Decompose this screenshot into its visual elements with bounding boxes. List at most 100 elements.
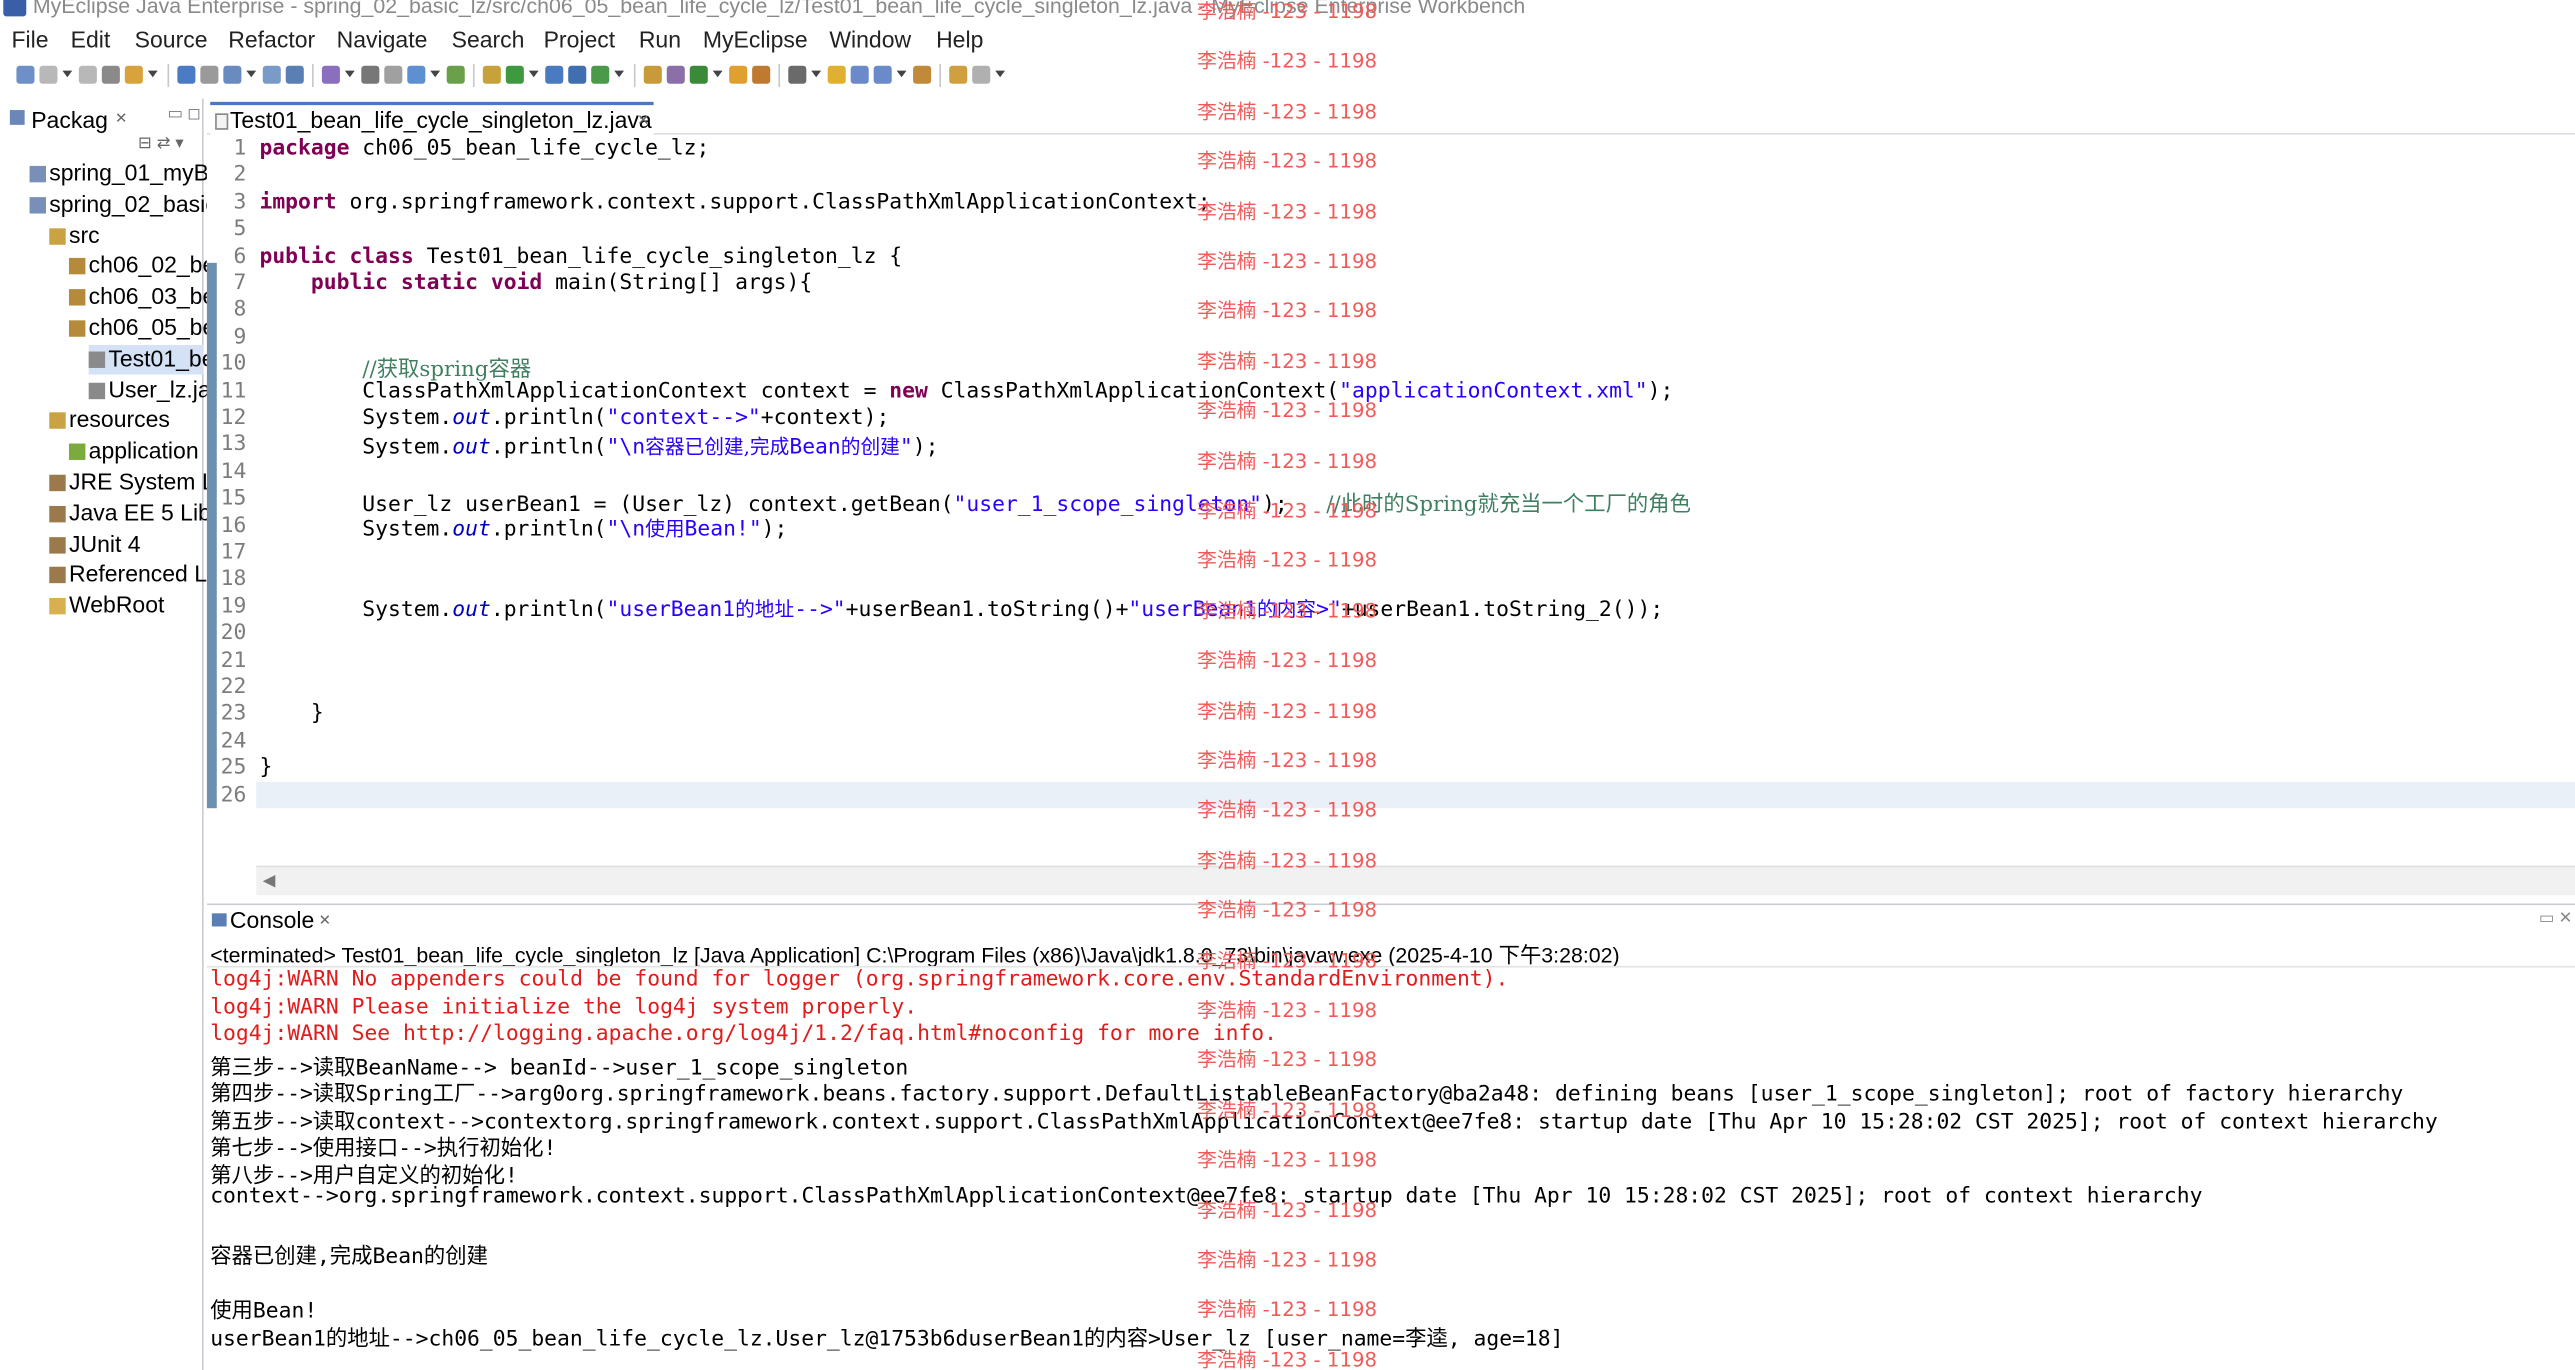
toolbar-icon[interactable]: [361, 65, 380, 84]
code-token: package: [259, 136, 350, 161]
menu-run[interactable]: Run: [639, 26, 681, 52]
chevron-down-icon[interactable]: [246, 70, 257, 78]
toolbar-icon[interactable]: [788, 65, 807, 84]
watermark-text: 李浩楠 -123 - 1198: [1197, 848, 1378, 872]
view-menu-icon[interactable]: ▾: [175, 135, 188, 153]
package-explorer-icon: [9, 110, 25, 125]
close-icon[interactable]: ✕: [2559, 910, 2573, 928]
menu-file[interactable]: File: [11, 26, 48, 52]
toolbar-icon[interactable]: [545, 65, 564, 84]
toolbar-icon[interactable]: [689, 65, 708, 84]
toolbar-icon[interactable]: [827, 65, 846, 84]
code-token: new: [889, 378, 928, 404]
line-number: 17: [220, 540, 247, 566]
tree-item[interactable]: Test01_be: [88, 344, 214, 375]
toolbar-icon[interactable]: [850, 65, 869, 84]
tree-item-label: Referenced L: [68, 560, 208, 588]
toolbar-icon[interactable]: [16, 65, 35, 84]
minimize-icon[interactable]: ▭: [2539, 910, 2555, 928]
toolbar-icon[interactable]: [949, 65, 968, 84]
menu-source[interactable]: Source: [135, 26, 208, 52]
tree-item-label: spring_02_basic: [49, 190, 217, 217]
explorer-toolbar: ⊟⇄▾: [138, 135, 189, 153]
line-number: 16: [220, 513, 247, 539]
tree-item-label: application: [88, 437, 199, 464]
collapse-all-icon[interactable]: ⊟: [138, 135, 157, 153]
toolbar-icon[interactable]: [972, 65, 991, 84]
close-icon[interactable]: ✕: [319, 912, 331, 930]
menu-myeclipse[interactable]: MyEclipse: [703, 26, 808, 52]
toolbar-icon[interactable]: [124, 65, 143, 84]
toolbar-icon[interactable]: [873, 65, 892, 84]
horizontal-scrollbar[interactable]: ◀: [256, 865, 2575, 896]
toolbar-icon[interactable]: [729, 65, 748, 84]
code-token: );: [912, 435, 939, 461]
package-explorer-tab-label: Packag: [31, 106, 108, 134]
code-text: ClassPathXmlApplicationContext context =…: [259, 379, 1673, 404]
package-explorer-tab[interactable]: Packag ✕ ▭ ◻: [3, 102, 201, 135]
toolbar-icon[interactable]: [384, 65, 403, 84]
code-editor[interactable]: 1 package ch06_05_bean_life_cycle_lz; 2 3 im…: [206, 134, 2575, 866]
code-token: "\n: [606, 516, 646, 542]
toolbar-icon[interactable]: [568, 65, 587, 84]
scroll-left-icon[interactable]: ◀: [263, 872, 276, 890]
toolbar-icon[interactable]: [262, 65, 281, 84]
chevron-down-icon[interactable]: [811, 70, 822, 78]
watermark-text: 李浩楠 -123 - 1198: [1197, 1348, 1378, 1370]
line-number: 2: [233, 163, 247, 188]
toolbar-icon[interactable]: [223, 65, 242, 84]
code-token: -->": [794, 597, 846, 623]
code-token: static: [400, 271, 479, 296]
toolbar-icon[interactable]: [913, 65, 932, 84]
menu-help[interactable]: Help: [936, 26, 983, 52]
toolbar-icon[interactable]: [591, 65, 610, 84]
toolbar-icon[interactable]: [505, 65, 524, 84]
toolbar-icon[interactable]: [666, 65, 685, 84]
toolbar-icon[interactable]: [321, 65, 340, 84]
tree-item-label: ch06_02_be: [88, 251, 216, 279]
chevron-down-icon[interactable]: [147, 70, 158, 78]
menu-edit[interactable]: Edit: [71, 26, 111, 52]
menu-navigate[interactable]: Navigate: [337, 26, 428, 52]
toolbar-icon[interactable]: [200, 65, 219, 84]
chevron-down-icon[interactable]: [528, 70, 539, 78]
watermark-text: 李浩楠 -123 - 1198: [1197, 1098, 1378, 1122]
menu-window[interactable]: Window: [829, 26, 911, 52]
toolbar-icon[interactable]: [285, 65, 304, 84]
menu-search[interactable]: Search: [452, 26, 525, 52]
folder-icon: [49, 598, 66, 615]
line-number: 12: [220, 405, 247, 431]
toolbar-icon[interactable]: [101, 65, 120, 84]
chevron-down-icon[interactable]: [430, 70, 441, 78]
chevron-down-icon[interactable]: [62, 70, 73, 78]
chevron-down-icon[interactable]: [995, 70, 1006, 78]
link-editor-icon[interactable]: ⇄: [157, 135, 176, 153]
close-icon[interactable]: ✕: [115, 110, 127, 128]
chevron-down-icon[interactable]: [344, 70, 355, 78]
code-token: public: [259, 244, 337, 269]
toolbar-icon[interactable]: [407, 65, 426, 84]
chevron-down-icon[interactable]: [614, 70, 625, 78]
code-token: +userBean1.toString()+: [845, 597, 1129, 623]
maximize-icon[interactable]: ◻: [187, 105, 201, 123]
library-icon: [49, 474, 66, 492]
editor-area: Test01_bean_life_cycle_singleton_lz.java…: [206, 98, 2575, 901]
menu-project[interactable]: Project: [544, 26, 616, 52]
editor-tab[interactable]: Test01_bean_life_cycle_singleton_lz.java…: [210, 101, 654, 135]
toolbar-icon[interactable]: [177, 65, 196, 84]
close-icon[interactable]: ✕: [637, 112, 649, 130]
toolbar-icon[interactable]: [643, 65, 662, 84]
code-text: }: [259, 702, 324, 727]
toolbar-icon[interactable]: [752, 65, 771, 84]
toolbar-icon[interactable]: [446, 65, 465, 84]
toolbar-icon[interactable]: [39, 65, 58, 84]
library-icon: [49, 567, 66, 584]
chevron-down-icon[interactable]: [896, 70, 907, 78]
toolbar-icon[interactable]: [78, 65, 97, 84]
toolbar-icon[interactable]: [482, 65, 501, 84]
menu-refactor[interactable]: Refactor: [228, 26, 315, 52]
code-token: +userBean1.toString_2());: [1341, 597, 1664, 623]
code-token: out: [452, 516, 491, 542]
chevron-down-icon[interactable]: [712, 70, 723, 78]
minimize-icon[interactable]: ▭: [168, 105, 184, 123]
